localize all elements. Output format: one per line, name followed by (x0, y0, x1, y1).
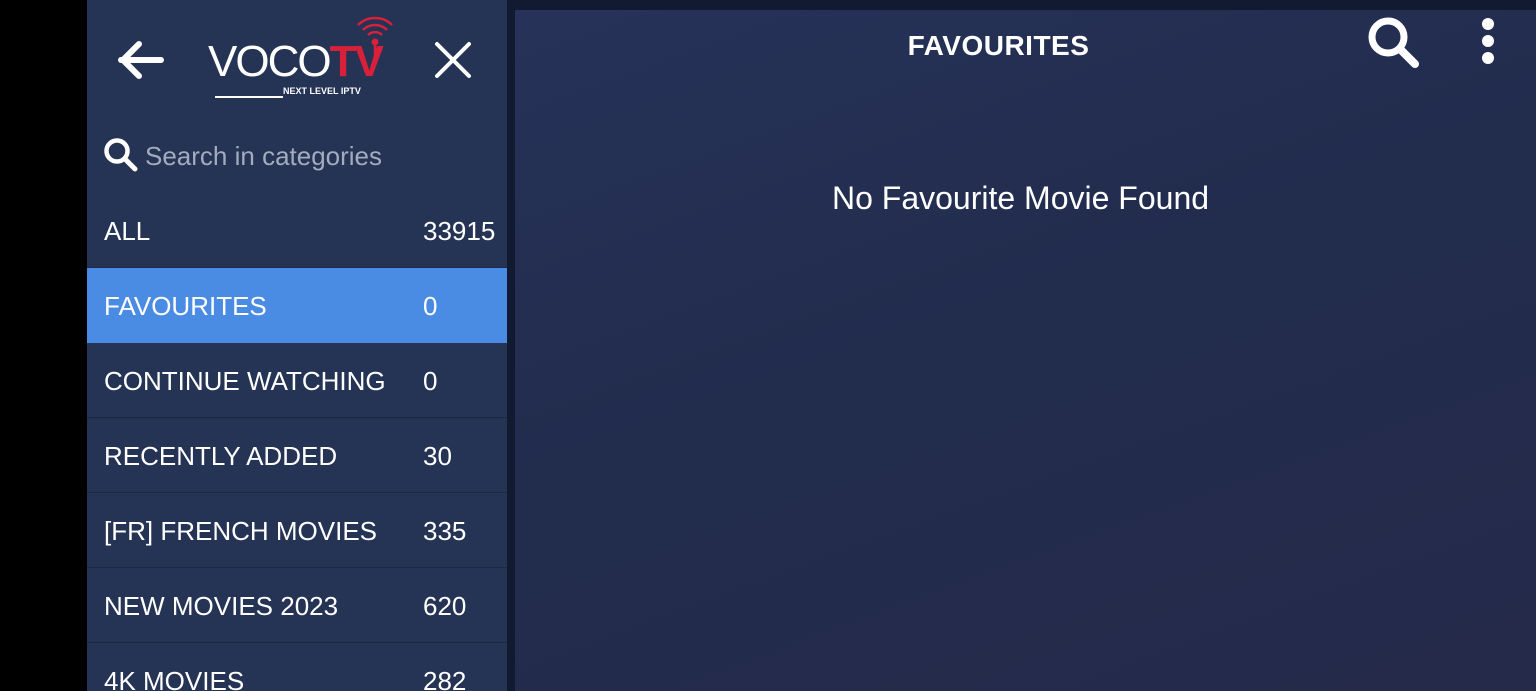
close-button[interactable] (431, 38, 475, 82)
category-label: CONTINUE WATCHING (104, 366, 386, 396)
category-item-new-movies-2023[interactable]: NEW MOVIES 2023 620 (87, 568, 507, 643)
category-search (103, 133, 493, 179)
category-count: 335 (423, 516, 467, 546)
category-count: 33915 (423, 216, 496, 246)
logo-wordmark: VOCOTV (208, 37, 384, 86)
category-list: ALL 33915 FAVOURITES 0 CONTINUE WATCHING… (87, 193, 507, 691)
back-button[interactable] (117, 38, 167, 82)
category-item-french-movies[interactable]: [FR] FRENCH MOVIES 335 (87, 493, 507, 568)
search-icon (103, 137, 139, 173)
category-count: 620 (423, 591, 467, 621)
page-title: FAVOURITES (907, 30, 1090, 61)
app-screen: VOCOTV NEXT LEVEL IPTV ALL (0, 0, 1536, 691)
category-label: ALL (104, 216, 151, 246)
category-label: FAVOURITES (104, 291, 267, 321)
category-label: RECENTLY ADDED (104, 441, 338, 471)
logo-underline (215, 96, 283, 98)
sidebar-header: VOCOTV NEXT LEVEL IPTV (87, 0, 507, 118)
vocotv-logo: VOCOTV NEXT LEVEL IPTV (205, 16, 400, 102)
category-count: 282 (423, 666, 467, 691)
empty-state-message: No Favourite Movie Found (831, 180, 1210, 216)
category-search-input[interactable] (145, 135, 485, 177)
search-button[interactable] (1365, 14, 1423, 72)
main-content: FAVOURITES No Favourite Movie Found (507, 0, 1536, 691)
more-vertical-icon (1482, 18, 1494, 64)
category-item-all[interactable]: ALL 33915 (87, 193, 507, 268)
category-sidebar: VOCOTV NEXT LEVEL IPTV ALL (87, 0, 507, 691)
category-label: [FR] FRENCH MOVIES (104, 516, 378, 546)
category-item-continue-watching[interactable]: CONTINUE WATCHING 0 (87, 343, 507, 418)
category-item-4k-movies[interactable]: 4K MOVIES 282 (87, 643, 507, 691)
search-icon (1368, 17, 1419, 68)
logo-tagline: NEXT LEVEL IPTV (283, 86, 361, 96)
close-icon (435, 42, 471, 78)
category-label: 4K MOVIES (104, 666, 245, 691)
category-count: 0 (423, 366, 438, 396)
content-panel: FAVOURITES No Favourite Movie Found (515, 10, 1536, 691)
arrow-left-icon (118, 41, 164, 79)
category-count: 30 (423, 441, 452, 471)
category-item-recently-added[interactable]: RECENTLY ADDED 30 (87, 418, 507, 493)
more-options-button[interactable] (1473, 16, 1503, 66)
category-count: 0 (423, 291, 438, 321)
category-label: NEW MOVIES 2023 (104, 591, 339, 621)
category-item-favourites[interactable]: FAVOURITES 0 (87, 268, 507, 343)
